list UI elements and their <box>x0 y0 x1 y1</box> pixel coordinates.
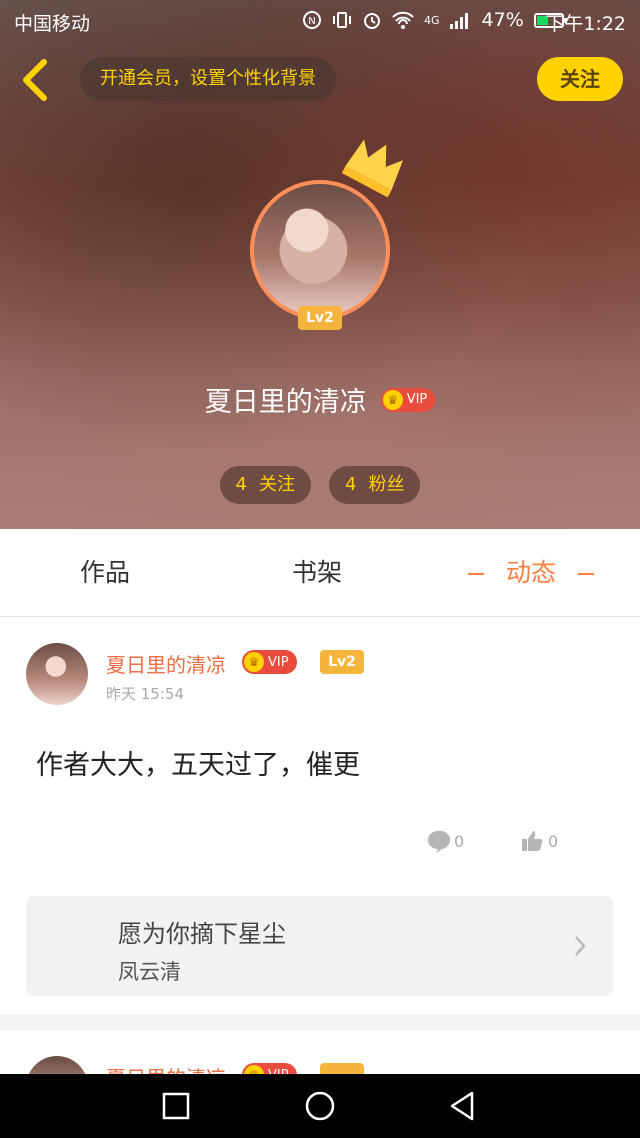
wifi-icon <box>392 11 414 29</box>
username-row: 夏日里的清凉 ♛ VIP <box>0 380 640 419</box>
profile-username: 夏日里的清凉 <box>204 387 367 418</box>
vip-crown-icon: ♛ <box>382 389 403 410</box>
fans-stat[interactable]: 4 粉丝 <box>329 466 421 504</box>
tab-indicator-right <box>578 573 595 575</box>
following-count: 4 <box>235 474 247 495</box>
fans-count: 4 <box>345 474 357 495</box>
chevron-right-icon <box>575 936 586 956</box>
tab-feed-label: 动态 <box>506 558 557 587</box>
comment-count: 0 <box>454 831 465 851</box>
clock: 下午1:22 <box>545 13 626 35</box>
recent-apps-icon[interactable] <box>160 1090 192 1122</box>
follow-button[interactable]: 关注 <box>537 57 623 101</box>
tab-works[interactable]: 作品 <box>80 529 130 617</box>
post-vip-label: VIP <box>268 654 289 670</box>
home-icon[interactable] <box>304 1090 336 1122</box>
vip-label: VIP <box>406 392 428 407</box>
alarm-icon <box>364 13 380 29</box>
network-type: 4G <box>424 13 440 27</box>
battery-percent: 47% <box>481 9 524 31</box>
post-time: 昨天 15:54 <box>106 685 184 703</box>
book-title: 愿为你摘下星尘 <box>118 920 286 948</box>
system-nav-bar <box>0 1074 640 1138</box>
status-bar: 中国移动 N 4G 47% 下午1:22 <box>0 0 640 42</box>
comment-button[interactable]: 0 <box>426 829 464 853</box>
back-arrow-icon[interactable] <box>18 58 52 102</box>
like-button[interactable]: 0 <box>520 829 558 853</box>
post-vip-badge: ♛ VIP <box>242 650 297 674</box>
vibrate-icon <box>333 12 351 28</box>
post-text: 作者大大，五天过了，催更 <box>36 750 360 781</box>
tab-indicator-left <box>468 573 484 575</box>
profile-avatar[interactable] <box>250 180 390 320</box>
vip-badge: ♛ VIP <box>380 387 436 412</box>
profile-tabs: 作品 书架 动态 <box>0 529 640 617</box>
book-card[interactable]: 愿为你摘下星尘 凤云清 <box>26 896 613 996</box>
feed-post: 夏日里的清凉 ♛ VIP Lv2 昨天 15:54 作者大大，五天过了，催更 0… <box>0 617 640 1014</box>
signal-icon <box>449 13 468 29</box>
feed-post-2: 夏日里的清凉 ♛ VIP <box>0 1030 640 1080</box>
like-count: 0 <box>548 831 559 851</box>
post-avatar[interactable] <box>26 643 88 705</box>
status-icons: N 4G 47% <box>302 9 567 31</box>
book-author: 凤云清 <box>118 960 181 984</box>
vip-crown-icon: ♛ <box>244 652 264 672</box>
profile-header: 中国移动 N 4G 47% 下午1:22 开通会员，设置个性化背景 关注 Lv2… <box>0 0 640 529</box>
thumbs-up-icon <box>522 831 543 851</box>
following-stat[interactable]: 4 关注 <box>219 466 311 504</box>
carrier-name: 中国移动 <box>14 13 91 35</box>
tab-feed[interactable]: 动态 <box>468 529 616 617</box>
tab-shelf[interactable]: 书架 <box>292 529 342 617</box>
level-badge: Lv2 <box>298 306 342 330</box>
post-level-badge: Lv2 <box>320 650 364 674</box>
back-triangle-icon[interactable] <box>446 1090 478 1122</box>
vip-background-banner[interactable]: 开通会员，设置个性化背景 <box>80 57 336 101</box>
svg-text:N: N <box>308 16 315 27</box>
post-username[interactable]: 夏日里的清凉 <box>106 649 226 678</box>
stats-row: 4 关注 4 粉丝 <box>0 466 640 504</box>
following-label: 关注 <box>259 474 295 495</box>
fans-label: 粉丝 <box>368 474 405 495</box>
comment-icon <box>428 830 450 853</box>
sim-icon: N <box>303 11 321 29</box>
